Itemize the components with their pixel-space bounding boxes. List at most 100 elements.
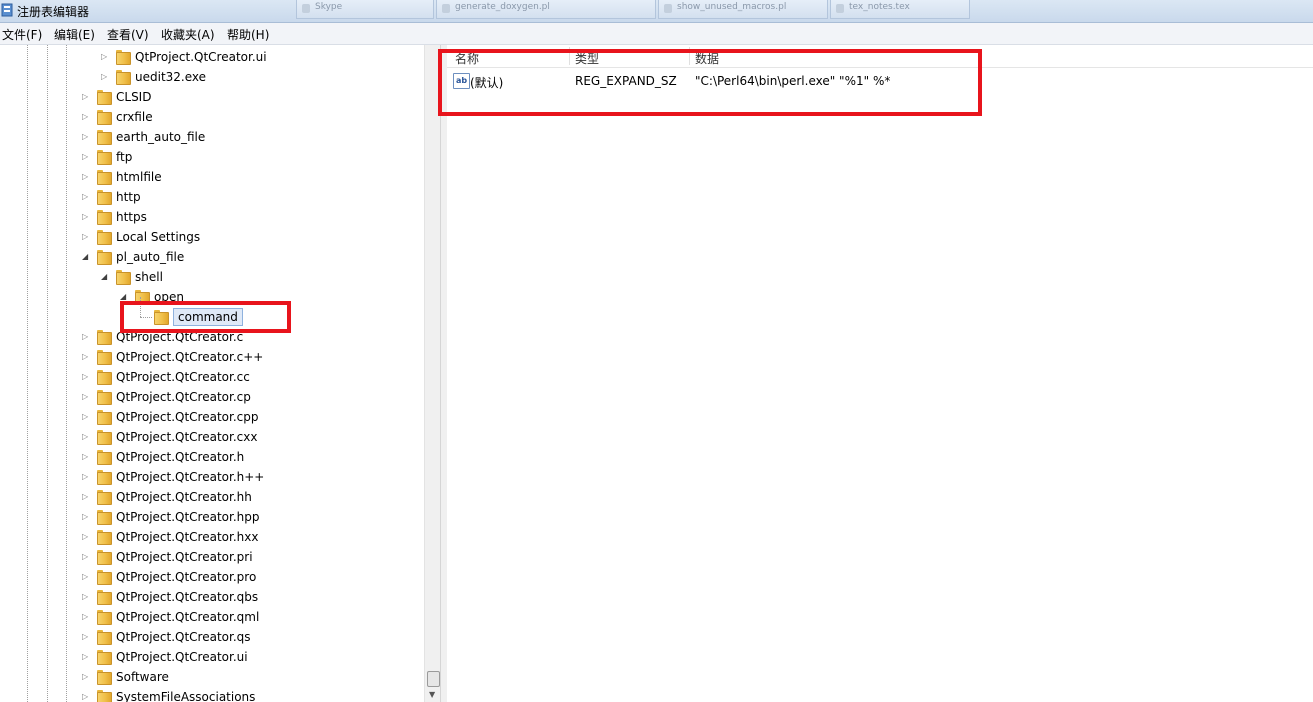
- tree-node[interactable]: ▷ QtProject.QtCreator.pro: [0, 567, 420, 587]
- expand-arrow-icon[interactable]: ▷: [82, 412, 88, 422]
- tree-node[interactable]: ▷ QtProject.QtCreator.cc: [0, 367, 420, 387]
- tree-node-label: QtProject.QtCreator.hpp: [116, 510, 260, 524]
- expand-arrow-icon[interactable]: ▷: [82, 612, 88, 622]
- tree-node[interactable]: ▷ QtProject.QtCreator.h++: [0, 467, 420, 487]
- tree-node[interactable]: ▷ SystemFileAssociations: [0, 687, 420, 702]
- tree-node-label: Software: [116, 670, 169, 684]
- expand-arrow-icon[interactable]: ▷: [82, 232, 88, 242]
- collapse-arrow-icon[interactable]: ◢: [82, 252, 88, 262]
- expand-arrow-icon[interactable]: ▷: [101, 52, 107, 62]
- expand-arrow-icon[interactable]: ▷: [82, 192, 88, 202]
- tree-node[interactable]: ▷ ftp: [0, 147, 420, 167]
- tree-node[interactable]: ▷ Local Settings: [0, 227, 420, 247]
- expand-arrow-icon[interactable]: ▷: [82, 552, 88, 562]
- expand-arrow-icon[interactable]: ▷: [82, 372, 88, 382]
- tree-node[interactable]: ▷ QtProject.QtCreator.qml: [0, 607, 420, 627]
- registry-tree[interactable]: ▷ QtProject.QtCreator.ui ▷ uedit32.exe ▷ CLSI…: [0, 45, 440, 702]
- expand-arrow-icon[interactable]: ▷: [82, 572, 88, 582]
- menu-edit[interactable]: 编辑(E): [54, 26, 95, 43]
- expand-arrow-icon[interactable]: ▷: [82, 172, 88, 182]
- menu-favorites[interactable]: 收藏夹(A): [161, 26, 215, 43]
- expand-arrow-icon[interactable]: ▷: [82, 112, 88, 122]
- folder-icon: [96, 230, 112, 245]
- menu-bar: 文件(F) 编辑(E) 查看(V) 收藏夹(A) 帮助(H): [0, 23, 1313, 45]
- expand-arrow-icon[interactable]: ▷: [82, 212, 88, 222]
- expand-arrow-icon[interactable]: ▷: [82, 472, 88, 482]
- folder-icon: [96, 190, 112, 205]
- taskbar-item-tex-notes[interactable]: tex_notes.tex: [830, 0, 970, 19]
- tree-node[interactable]: ▷ htmlfile: [0, 167, 420, 187]
- expand-arrow-icon[interactable]: ▷: [82, 452, 88, 462]
- menu-file[interactable]: 文件(F): [2, 26, 42, 43]
- expand-arrow-icon[interactable]: ▷: [82, 332, 88, 342]
- taskbar-item-generate-doxygen[interactable]: generate_doxygen.pl: [436, 0, 656, 19]
- tree-node[interactable]: ▷ QtProject.QtCreator.qbs: [0, 587, 420, 607]
- tree-node[interactable]: ▷ QtProject.QtCreator.cp: [0, 387, 420, 407]
- expand-arrow-icon[interactable]: ▷: [82, 512, 88, 522]
- tree-node-label: CLSID: [116, 90, 152, 104]
- tree-node[interactable]: ▷ QtProject.QtCreator.qs: [0, 627, 420, 647]
- expand-arrow-icon[interactable]: ▷: [82, 692, 88, 702]
- tree-node[interactable]: ▷ QtProject.QtCreator.h: [0, 447, 420, 467]
- tree-node-label: pl_auto_file: [116, 250, 185, 264]
- expand-arrow-icon[interactable]: ▷: [82, 432, 88, 442]
- expand-arrow-icon[interactable]: ▷: [82, 92, 88, 102]
- expand-arrow-icon[interactable]: ▷: [82, 152, 88, 162]
- tree-scrollbar[interactable]: ▼: [424, 45, 441, 702]
- collapse-arrow-icon[interactable]: ◢: [101, 272, 107, 282]
- scroll-down-arrow-icon[interactable]: ▼: [429, 690, 435, 699]
- menu-help[interactable]: 帮助(H): [227, 26, 269, 43]
- tree-node-label: htmlfile: [116, 170, 162, 184]
- tree-node-label: Local Settings: [116, 230, 201, 244]
- tree-node[interactable]: ◢ pl_auto_file: [0, 247, 420, 267]
- folder-icon: [96, 530, 112, 545]
- expand-arrow-icon[interactable]: ▷: [82, 352, 88, 362]
- expand-arrow-icon[interactable]: ▷: [82, 592, 88, 602]
- tree-node[interactable]: ▷ QtProject.QtCreator.hpp: [0, 507, 420, 527]
- tree-node-label: QtProject.QtCreator.c++: [116, 350, 264, 364]
- tree-node[interactable]: ▷ earth_auto_file: [0, 127, 420, 147]
- tree-node[interactable]: ▷ QtProject.QtCreator.cpp: [0, 407, 420, 427]
- tree-node[interactable]: ▷ QtProject.QtCreator.pri: [0, 547, 420, 567]
- tree-node[interactable]: ▷ uedit32.exe: [0, 67, 420, 87]
- tree-node[interactable]: ▷ QtProject.QtCreator.c++: [0, 347, 420, 367]
- taskbar-item-skype[interactable]: Skype: [296, 0, 434, 19]
- tree-node-label: QtProject.QtCreator.cp: [116, 390, 251, 404]
- folder-icon: [96, 150, 112, 165]
- tree-node[interactable]: ◢ shell: [0, 267, 420, 287]
- expand-arrow-icon[interactable]: ▷: [82, 132, 88, 142]
- folder-icon: [96, 330, 112, 345]
- folder-icon: [96, 490, 112, 505]
- tree-node[interactable]: ▷ QtProject.QtCreator.hxx: [0, 527, 420, 547]
- tree-node[interactable]: ▷ crxfile: [0, 107, 420, 127]
- tree-node[interactable]: ▷ QtProject.QtCreator.ui: [0, 647, 420, 667]
- tree-node[interactable]: ▷ QtProject.QtCreator.cxx: [0, 427, 420, 447]
- annotation-box-command: [120, 301, 291, 333]
- menu-view[interactable]: 查看(V): [107, 26, 149, 43]
- folder-icon: [96, 130, 112, 145]
- tree-node-label: QtProject.QtCreator.ui: [116, 650, 248, 664]
- tree-node[interactable]: ▷ Software: [0, 667, 420, 687]
- title-bar: 注册表编辑器 Skype generate_doxygen.pl show_un…: [0, 0, 1313, 23]
- tree-node[interactable]: ▷ CLSID: [0, 87, 420, 107]
- folder-icon: [96, 210, 112, 225]
- expand-arrow-icon[interactable]: ▷: [82, 632, 88, 642]
- scrollbar-thumb[interactable]: [427, 671, 440, 687]
- expand-arrow-icon[interactable]: ▷: [82, 492, 88, 502]
- tree-node[interactable]: ▷ QtProject.QtCreator.ui: [0, 47, 420, 67]
- folder-icon: [96, 470, 112, 485]
- expand-arrow-icon[interactable]: ▷: [82, 652, 88, 662]
- tree-node[interactable]: ▷ https: [0, 207, 420, 227]
- taskbar-item-show-unused-macros[interactable]: show_unused_macros.pl: [658, 0, 828, 19]
- tree-node[interactable]: ▷ http: [0, 187, 420, 207]
- expand-arrow-icon[interactable]: ▷: [82, 532, 88, 542]
- values-list[interactable]: 名称 类型 数据 ab (默认) REG_EXPAND_SZ "C:\Perl6…: [447, 45, 1313, 702]
- tree-node-label: QtProject.QtCreator.h: [116, 450, 245, 464]
- folder-icon: [96, 630, 112, 645]
- expand-arrow-icon[interactable]: ▷: [101, 72, 107, 82]
- tree-node-label: crxfile: [116, 110, 153, 124]
- expand-arrow-icon[interactable]: ▷: [82, 392, 88, 402]
- tree-node[interactable]: ▷ QtProject.QtCreator.hh: [0, 487, 420, 507]
- folder-icon: [96, 690, 112, 702]
- expand-arrow-icon[interactable]: ▷: [82, 672, 88, 682]
